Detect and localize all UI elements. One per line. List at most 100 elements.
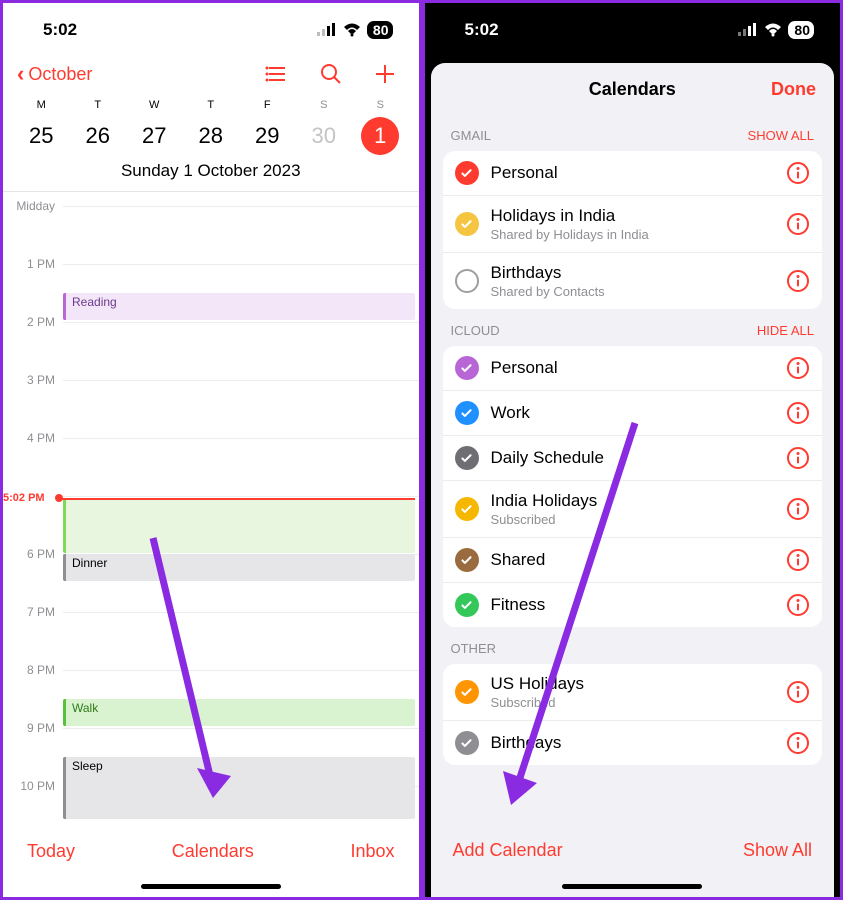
info-icon[interactable] (786, 161, 810, 185)
done-button[interactable]: Done (771, 79, 816, 100)
hour-label: 7 PM (3, 605, 55, 619)
section-header-gmail: GMAIL SHOW ALL (431, 114, 835, 151)
day-column[interactable]: W27 (126, 99, 183, 155)
status-bar: 5:02 80 (425, 3, 841, 51)
cellular-icon (317, 23, 337, 37)
back-button[interactable]: ‹ October (17, 61, 92, 87)
checkmark-icon[interactable] (455, 401, 479, 425)
calendar-name: India Holidays (491, 491, 775, 511)
calendar-row[interactable]: Daily Schedule (443, 436, 823, 481)
calendar-sub: Subscribed (491, 695, 775, 710)
checkmark-icon[interactable] (455, 680, 479, 704)
calendar-row[interactable]: Personal (443, 151, 823, 196)
day-column[interactable]: S1 (352, 99, 409, 155)
calendar-row[interactable]: Fitness (443, 583, 823, 627)
hour-label: 9 PM (3, 721, 55, 735)
day-column[interactable]: S30 (296, 99, 353, 155)
battery-icon: 80 (788, 21, 814, 39)
calendar-row[interactable]: Shared (443, 538, 823, 583)
list-icon[interactable] (265, 62, 289, 86)
calendar-name: US Holidays (491, 674, 775, 694)
hour-label: 1 PM (3, 257, 55, 271)
checkmark-icon[interactable] (455, 593, 479, 617)
calendar-row[interactable]: US Holidays Subscribed (443, 664, 823, 721)
status-bar: 5:02 80 (3, 3, 419, 51)
now-label: 5:02 PM (3, 492, 45, 504)
calendar-sub: Shared by Contacts (491, 284, 775, 299)
info-icon[interactable] (786, 401, 810, 425)
info-icon[interactable] (786, 356, 810, 380)
calendar-list-other: US Holidays Subscribed Birthdays (443, 664, 823, 765)
hour-label: 6 PM (3, 547, 55, 561)
calendar-row[interactable]: Birthdays Shared by Contacts (443, 253, 823, 309)
calendars-sheet-view: 5:02 80 Calendars Done GMAIL SHOW ALL Pe… (422, 0, 843, 900)
calendar-name: Personal (491, 358, 775, 378)
checkmark-icon[interactable] (455, 548, 479, 572)
calendar-row[interactable]: Holidays in India Shared by Holidays in … (443, 196, 823, 253)
event-reading[interactable]: Reading (63, 293, 415, 320)
search-icon[interactable] (319, 62, 343, 86)
today-button[interactable]: Today (27, 841, 75, 862)
info-icon[interactable] (786, 269, 810, 293)
calendar-header: ‹ October (3, 51, 419, 95)
calendars-sheet: Calendars Done GMAIL SHOW ALL Personal H… (431, 63, 835, 897)
event-walk[interactable]: Walk (63, 699, 415, 726)
midday-label: Midday (3, 199, 55, 213)
calendar-row[interactable]: Work (443, 391, 823, 436)
status-time: 5:02 (465, 20, 499, 40)
calendar-name: Daily Schedule (491, 448, 775, 468)
info-icon[interactable] (786, 446, 810, 470)
home-indicator[interactable] (562, 884, 702, 889)
add-calendar-button[interactable]: Add Calendar (453, 840, 563, 861)
calendar-row[interactable]: Personal (443, 346, 823, 391)
hour-label: 4 PM (3, 431, 55, 445)
day-column[interactable]: F29 (239, 99, 296, 155)
info-icon[interactable] (786, 497, 810, 521)
home-indicator[interactable] (141, 884, 281, 889)
battery-icon: 80 (367, 21, 393, 39)
hour-label: 2 PM (3, 315, 55, 329)
show-all-gmail[interactable]: SHOW ALL (748, 128, 814, 143)
wifi-icon (764, 23, 782, 37)
plus-icon[interactable] (373, 62, 397, 86)
checkmark-icon[interactable] (455, 446, 479, 470)
timeline[interactable]: Midday 1 PM2 PM3 PM4 PM6 PM7 PM8 PM9 PM1… (3, 192, 419, 827)
checkmark-icon[interactable] (455, 497, 479, 521)
event-dinner[interactable]: Dinner (63, 554, 415, 581)
sheet-header: Calendars Done (431, 63, 835, 114)
status-icons: 80 (738, 21, 814, 39)
sheet-title: Calendars (589, 79, 676, 100)
cellular-icon (738, 23, 758, 37)
calendars-button[interactable]: Calendars (172, 841, 254, 862)
section-header-other: OTHER (431, 627, 835, 664)
event-sleep[interactable]: Sleep (63, 757, 415, 819)
section-header-icloud: ICLOUD HIDE ALL (431, 309, 835, 346)
inbox-button[interactable]: Inbox (350, 841, 394, 862)
checkmark-icon[interactable] (455, 212, 479, 236)
day-column[interactable]: M25 (13, 99, 70, 155)
event-block[interactable] (63, 498, 415, 553)
sheet-body[interactable]: GMAIL SHOW ALL Personal Holidays in Indi… (431, 114, 835, 826)
checkmark-icon[interactable] (455, 269, 479, 293)
calendar-row[interactable]: India Holidays Subscribed (443, 481, 823, 538)
calendar-list-icloud: Personal Work Daily Schedule India Holid… (443, 346, 823, 627)
show-all-button[interactable]: Show All (743, 840, 812, 861)
info-icon[interactable] (786, 731, 810, 755)
checkmark-icon[interactable] (455, 731, 479, 755)
hide-all-icloud[interactable]: HIDE ALL (757, 323, 814, 338)
info-icon[interactable] (786, 212, 810, 236)
day-column[interactable]: T26 (70, 99, 127, 155)
day-column[interactable]: T28 (183, 99, 240, 155)
info-icon[interactable] (786, 593, 810, 617)
hour-label: 10 PM (3, 779, 55, 793)
calendar-name: Birthdays (491, 733, 775, 753)
info-icon[interactable] (786, 680, 810, 704)
chevron-left-icon: ‹ (17, 61, 24, 87)
calendar-name: Work (491, 403, 775, 423)
checkmark-icon[interactable] (455, 161, 479, 185)
info-icon[interactable] (786, 548, 810, 572)
calendar-sub: Subscribed (491, 512, 775, 527)
calendar-row[interactable]: Birthdays (443, 721, 823, 765)
calendar-sub: Shared by Holidays in India (491, 227, 775, 242)
checkmark-icon[interactable] (455, 356, 479, 380)
